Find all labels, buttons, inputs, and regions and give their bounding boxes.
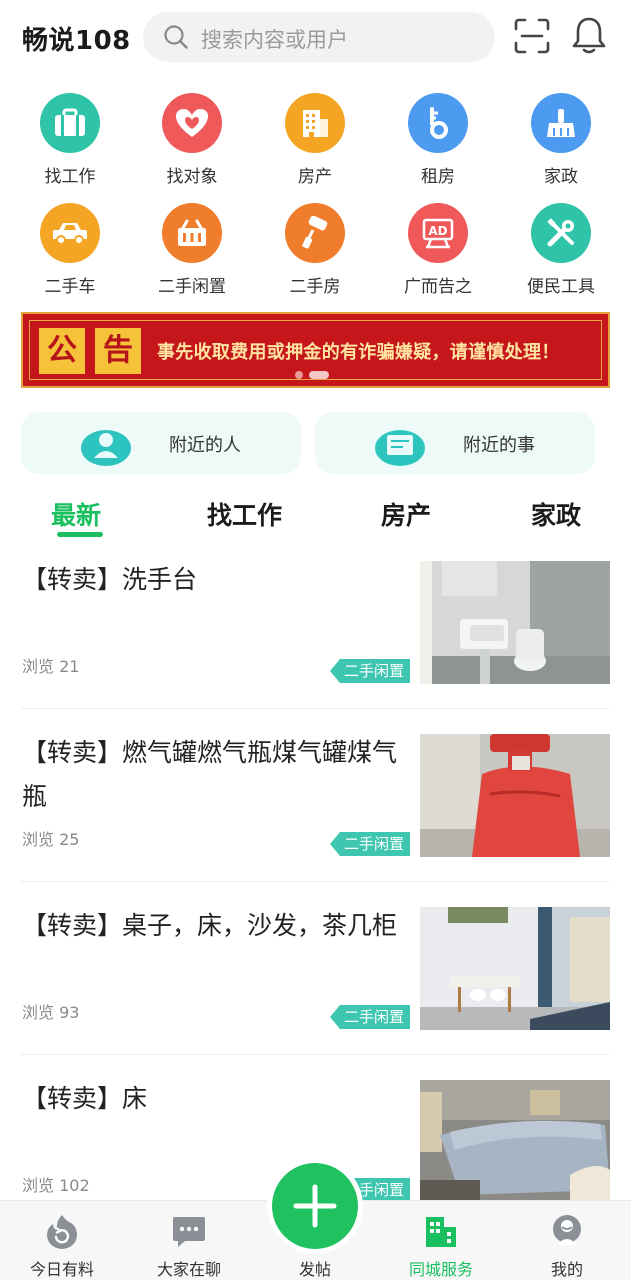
tab-real-estate[interactable]: 房产: [381, 496, 431, 532]
view-count: 浏览 25: [22, 830, 80, 849]
category-label: 租房: [421, 167, 455, 187]
nav-label: 今日有料: [29, 1260, 94, 1279]
notice-banner[interactable]: 公 告 事先收取费用或押金的有诈骗嫌疑，请谨慎处理！: [21, 312, 610, 388]
view-count: 浏览 102: [22, 1176, 90, 1195]
flame-refresh-icon: [47, 1215, 77, 1249]
category-rent[interactable]: 租房: [388, 93, 488, 187]
banner-pagination: [295, 371, 329, 379]
category-second-hand[interactable]: 二手闲置: [142, 203, 242, 297]
list-item[interactable]: 【转卖】洗手台 浏览 21 二手闲置: [0, 558, 631, 731]
category-label: 二手闲置: [158, 277, 226, 297]
post-thumbnail: [420, 561, 610, 684]
svg-text:AD: AD: [428, 224, 447, 238]
nav-label: 大家在聊: [156, 1260, 221, 1279]
nearby-events-button[interactable]: 附近的事: [315, 412, 595, 474]
category-convenience-tools[interactable]: 便民工具: [511, 203, 611, 297]
bell-icon[interactable]: [570, 15, 608, 55]
broom-icon: [531, 93, 591, 153]
search-icon: [164, 25, 188, 49]
ad-board-icon: AD: [408, 203, 468, 263]
category-advertising[interactable]: AD 广而告之: [388, 203, 488, 297]
post-button[interactable]: [272, 1163, 358, 1249]
post-thumbnail: [420, 734, 610, 857]
post-title: 【转卖】床: [22, 1084, 148, 1113]
nearby-people-label: 附近的人: [169, 435, 241, 456]
category-second-hand-house[interactable]: 二手房: [265, 203, 365, 297]
notice-char-box: 告: [95, 328, 141, 374]
plus-icon: [293, 1184, 337, 1228]
briefcase-icon: [40, 93, 100, 153]
feed-tabs: 最新 找工作 房产 家政: [0, 492, 631, 542]
category-label: 房产: [298, 167, 332, 187]
category-find-job[interactable]: 找工作: [20, 93, 120, 187]
post-title: 【转卖】燃气罐燃气瓶煤气罐煤气瓶: [22, 738, 398, 811]
nav-label: 我的: [550, 1260, 583, 1279]
chat-bubble-icon: [173, 1217, 205, 1247]
paint-roller-icon: [285, 203, 345, 263]
app-title: 畅说108: [22, 26, 131, 56]
profile-icon: [553, 1215, 581, 1245]
key-icon: [408, 93, 468, 153]
category-real-estate[interactable]: 房产: [265, 93, 365, 187]
notice-text: 事先收取费用或押金的有诈骗嫌疑，请谨慎处理！: [157, 342, 560, 363]
divider: [21, 881, 610, 882]
tab-find-job[interactable]: 找工作: [207, 496, 282, 532]
category-label: 家政: [544, 167, 578, 187]
post-title: 【转卖】洗手台: [22, 565, 198, 594]
tab-housekeeping[interactable]: 家政: [531, 496, 581, 532]
category-tag: 二手闲置: [330, 659, 410, 683]
city-buildings-icon: [426, 1217, 456, 1247]
category-find-partner[interactable]: 找对象: [142, 93, 242, 187]
list-item[interactable]: 【转卖】桌子，床，沙发，茶几柜 浏览 93 二手闲置: [0, 904, 631, 1077]
nearby-events-label: 附近的事: [463, 435, 535, 456]
search-placeholder: 搜索内容或用户: [201, 28, 348, 52]
nav-chat[interactable]: 大家在聊: [134, 1201, 244, 1280]
hearts-icon: [162, 93, 222, 153]
nav-label: 发帖: [298, 1260, 331, 1279]
nav-label: 同城服务: [408, 1260, 473, 1279]
post-title: 【转卖】桌子，床，沙发，茶几柜: [22, 911, 398, 940]
view-count: 浏览 93: [22, 1003, 80, 1022]
people-icon: [81, 430, 131, 466]
category-tag: 二手闲置: [330, 832, 410, 856]
basket-icon: [162, 203, 222, 263]
divider: [21, 708, 610, 709]
top-header: 畅说108 搜索内容或用户: [0, 0, 631, 76]
nearby-people-button[interactable]: 附近的人: [21, 412, 301, 474]
pagination-dot: [295, 371, 303, 379]
category-used-car[interactable]: 二手车: [20, 203, 120, 297]
post-thumbnail: [420, 1080, 610, 1200]
nav-today[interactable]: 今日有料: [7, 1201, 117, 1280]
tab-latest[interactable]: 最新: [51, 496, 101, 532]
car-icon: [40, 203, 100, 263]
category-label: 二手车: [44, 277, 96, 297]
nav-profile[interactable]: 我的: [512, 1201, 622, 1280]
view-count: 浏览 21: [22, 657, 80, 676]
category-housekeeping[interactable]: 家政: [511, 93, 611, 187]
active-tab-indicator: [57, 532, 103, 537]
divider: [21, 1054, 610, 1055]
tools-icon: [531, 203, 591, 263]
post-thumbnail: [420, 907, 610, 1030]
notice-char-box: 公: [39, 328, 85, 374]
category-label: 二手房: [289, 277, 341, 297]
category-label: 广而告之: [404, 277, 472, 297]
category-label: 便民工具: [527, 277, 595, 297]
building-icon: [285, 93, 345, 153]
search-bar[interactable]: 搜索内容或用户: [143, 12, 495, 62]
list-item[interactable]: 【转卖】燃气罐燃气瓶煤气罐煤气瓶 浏览 25 二手闲置: [0, 731, 631, 904]
nav-city-services[interactable]: 同城服务: [386, 1201, 496, 1280]
scan-icon[interactable]: [513, 17, 551, 55]
category-label: 找工作: [44, 167, 96, 187]
category-tag: 二手闲置: [330, 1005, 410, 1029]
pagination-dot-active: [309, 371, 329, 379]
map-pin-card-icon: [375, 430, 425, 466]
category-label: 找对象: [166, 167, 218, 187]
